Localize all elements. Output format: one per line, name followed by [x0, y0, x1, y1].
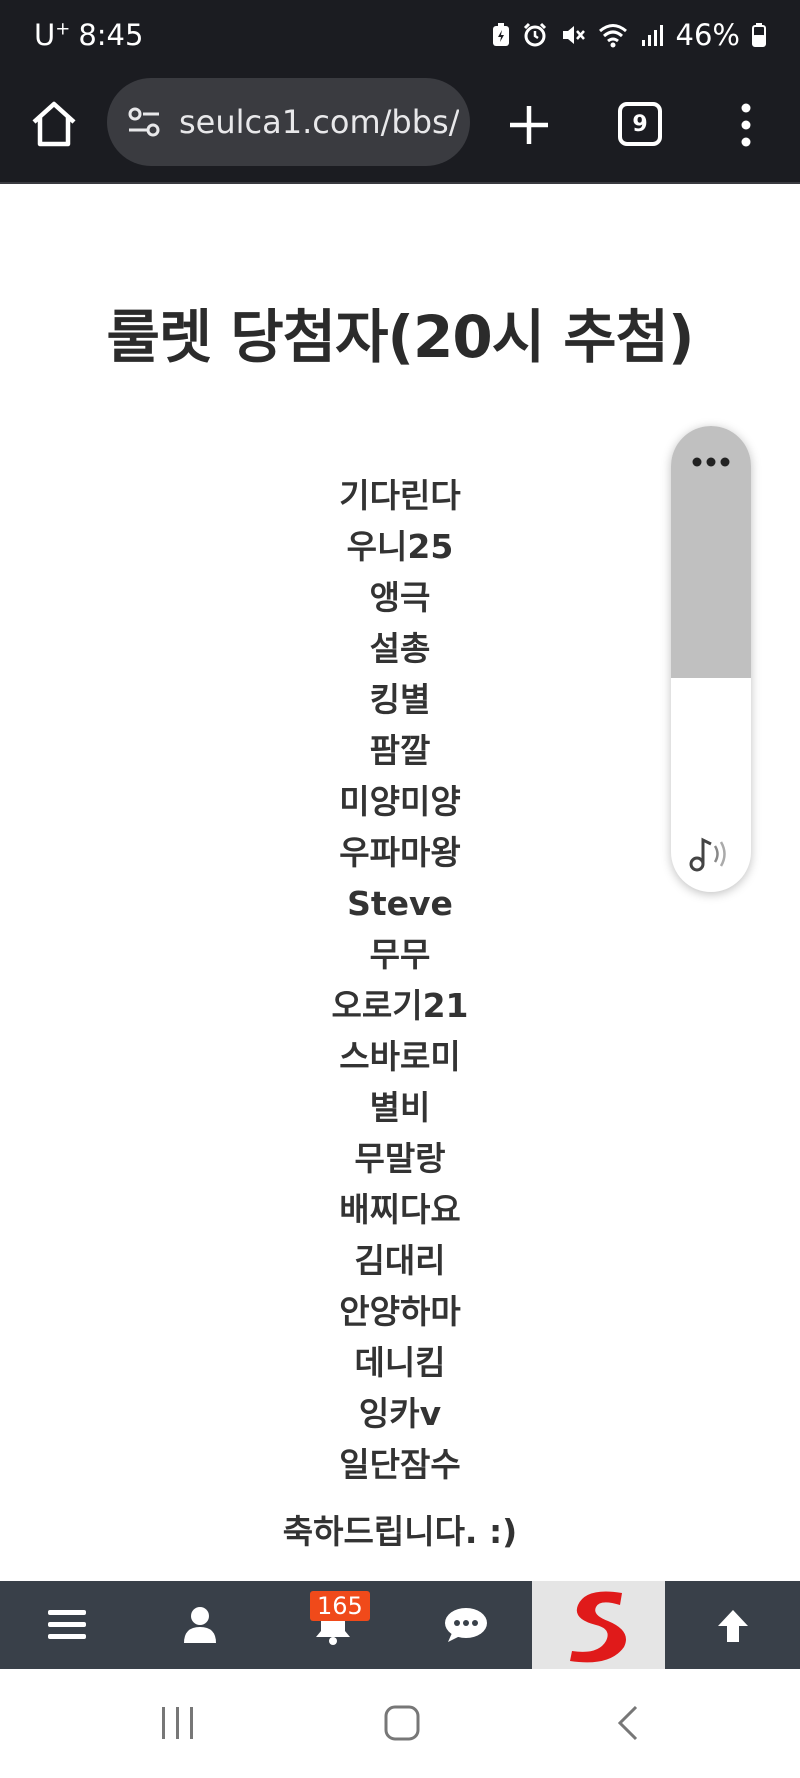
winner-item: 배찌다요	[339, 1190, 461, 1229]
site-logo-mark[interactable]	[566, 1587, 632, 1663]
home-icon[interactable]	[28, 98, 80, 150]
nav-scroll-top[interactable]	[665, 1581, 800, 1669]
user-icon[interactable]	[183, 1606, 217, 1644]
winner-item: Steve	[347, 884, 453, 923]
alarm-icon	[523, 22, 546, 47]
clock: 8:45	[78, 18, 144, 52]
winner-item: 일단잠수	[339, 1445, 461, 1484]
volume-slider[interactable]	[671, 426, 751, 892]
hamburger-menu-icon[interactable]	[47, 1608, 86, 1642]
nav-chat[interactable]	[399, 1581, 532, 1669]
url-text[interactable]: seulca1.com/bbs/	[179, 103, 459, 141]
address-bar[interactable]: seulca1.com/bbs/	[107, 78, 470, 166]
nav-menu[interactable]	[0, 1581, 133, 1669]
tabs-button[interactable]: 9	[618, 102, 662, 146]
recent-apps-icon[interactable]	[160, 1703, 196, 1743]
browser-toolbar: seulca1.com/bbs/ 9	[0, 72, 800, 184]
chat-bubble-icon[interactable]	[444, 1607, 488, 1643]
battery-saver-icon	[492, 23, 509, 46]
notification-badge: 165	[310, 1591, 370, 1621]
screen: U+ 8:45 46% seulca1.com/bbs/ 9 룰렛 당첨자(20…	[0, 0, 800, 1778]
status-bar: U+ 8:45 46%	[0, 0, 800, 72]
congrats-text: 축하드립니다. :)	[282, 1512, 518, 1551]
home-button-icon[interactable]	[382, 1703, 422, 1743]
battery-percent: 46%	[675, 18, 740, 52]
winner-item: 무무	[369, 935, 431, 974]
winner-item: 별비	[369, 1088, 431, 1127]
plus-icon[interactable]	[504, 100, 554, 150]
mute-icon	[562, 26, 585, 44]
winner-item: 무말랑	[354, 1139, 446, 1178]
winner-item: 데니킴	[354, 1343, 446, 1382]
signal-icon	[641, 25, 663, 46]
back-icon[interactable]	[612, 1703, 642, 1743]
nav-user[interactable]	[133, 1581, 266, 1669]
winner-item: 안양하마	[339, 1292, 461, 1331]
android-navigation-bar	[0, 1669, 800, 1778]
status-right: 46%	[492, 18, 766, 52]
page-title: 룰렛 당첨자(20시 추첨)	[106, 303, 695, 371]
winner-item: 스바로미	[339, 1037, 461, 1076]
site-logo[interactable]	[532, 1581, 665, 1669]
carrier-label: U+	[34, 18, 71, 52]
battery-icon	[752, 23, 766, 47]
arrow-up-icon[interactable]	[714, 1606, 752, 1644]
tune-icon[interactable]	[125, 102, 165, 142]
site-bottom-nav: 165	[0, 1581, 800, 1669]
status-left: U+ 8:45	[34, 18, 143, 52]
sound-icon[interactable]	[687, 834, 735, 874]
tab-count: 9	[632, 111, 648, 137]
more-horizontal-icon[interactable]	[691, 456, 731, 468]
wifi-icon	[598, 24, 627, 48]
nav-notifications[interactable]: 165	[266, 1581, 399, 1669]
more-vertical-icon[interactable]	[736, 100, 756, 150]
winner-item: 오로기21	[331, 986, 469, 1025]
winner-item: 잉카v	[358, 1394, 442, 1433]
winner-item: 김대리	[354, 1241, 446, 1280]
